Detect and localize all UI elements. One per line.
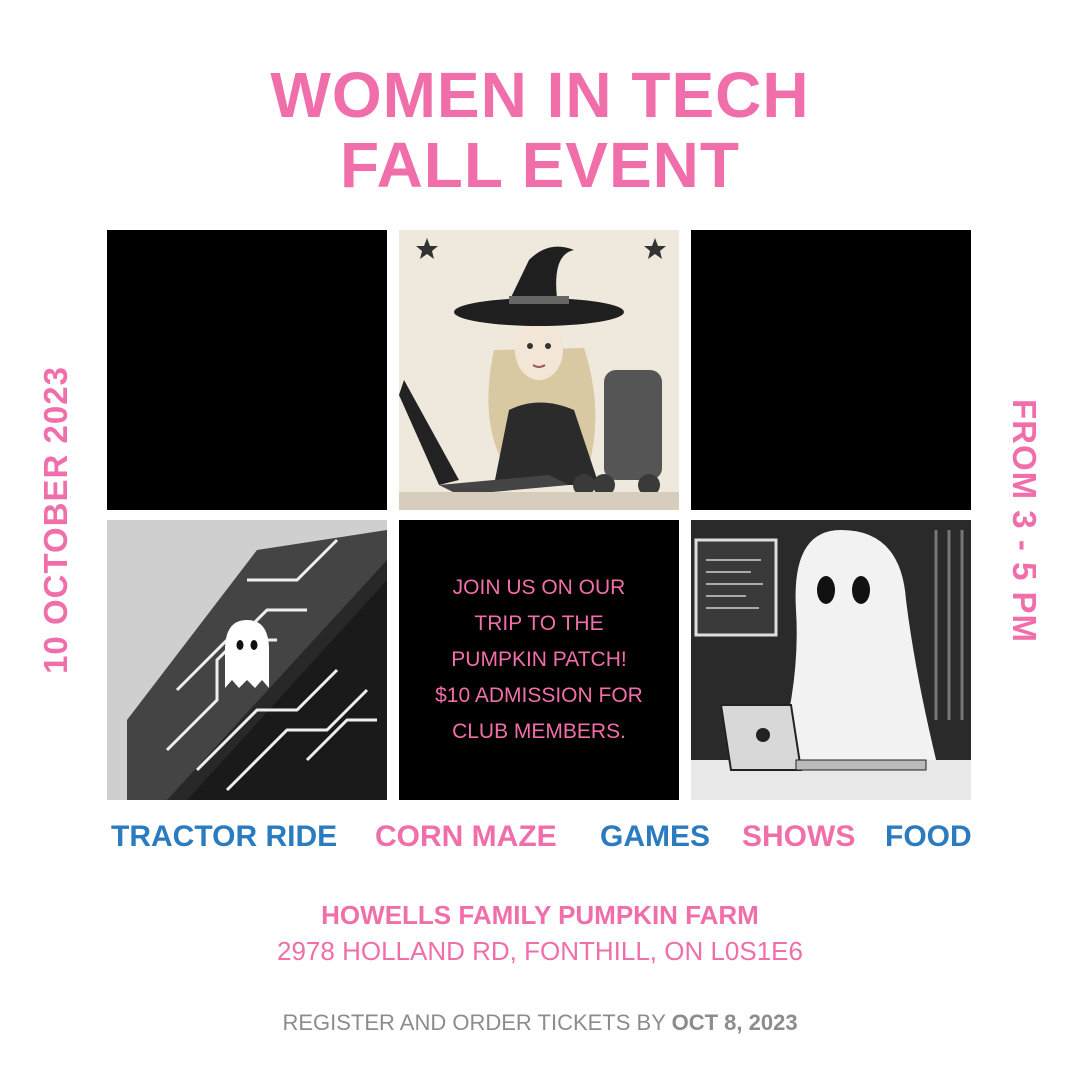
invite-text: JOIN US ON OUR TRIP TO THE PUMPKIN PATCH…: [399, 570, 679, 750]
event-time: FROM 3 - 5 PM: [1006, 398, 1043, 644]
registration-notice: REGISTER AND ORDER TICKETS BY OCT 8, 202…: [0, 1010, 1080, 1036]
black-tile-top-right: [691, 230, 971, 510]
event-date: 10 OCTOBER 2023: [37, 366, 74, 674]
title-line-2: FALL EVENT: [340, 129, 740, 201]
black-tile-top-left: [107, 230, 387, 510]
activities-list: TRACTOR RIDE CORN MAZE GAMES SHOWS FOOD: [107, 820, 972, 864]
invite-line-3: PUMPKIN PATCH!: [451, 648, 627, 671]
activity-shows: SHOWS: [742, 820, 856, 853]
invite-panel: JOIN US ON OUR TRIP TO THE PUMPKIN PATCH…: [399, 520, 679, 800]
activity-food: FOOD: [885, 820, 972, 853]
activity-games: GAMES: [600, 820, 711, 853]
register-prefix: REGISTER AND ORDER TICKETS BY: [282, 1010, 672, 1035]
register-deadline: OCT 8, 2023: [671, 1010, 798, 1035]
activity-corn-maze: CORN MAZE: [375, 820, 557, 853]
invite-line-1: JOIN US ON OUR: [452, 576, 626, 599]
invite-line-5: CLUB MEMBERS.: [452, 720, 626, 743]
invite-line-4: $10 ADMISSION FOR: [435, 684, 643, 707]
ghost-laptop-illustration: [691, 520, 971, 800]
invite-line-2: TRIP TO THE: [474, 612, 604, 635]
venue-address: 2978 HOLLAND RD, FONTHILL, ON L0S1E6: [277, 936, 803, 966]
witch-illustration: [399, 230, 679, 510]
ghost-circuit-illustration: [107, 520, 387, 800]
venue-name: HOWELLS FAMILY PUMPKIN FARM: [321, 900, 759, 930]
event-title: WOMEN IN TECH FALL EVENT: [0, 60, 1080, 200]
title-line-1: WOMEN IN TECH: [270, 59, 810, 131]
activity-tractor-ride: TRACTOR RIDE: [111, 820, 338, 853]
